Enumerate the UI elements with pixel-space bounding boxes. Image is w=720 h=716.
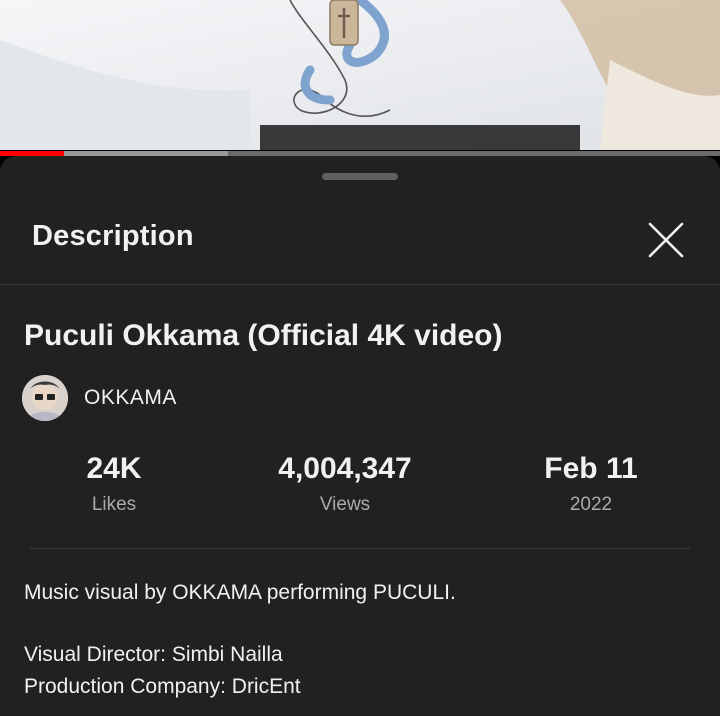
stat-likes: 24K Likes — [14, 452, 214, 516]
drag-handle[interactable] — [322, 173, 398, 180]
views-label: Views — [319, 494, 371, 515]
avatar[interactable] — [22, 375, 68, 421]
year-label: 2022 — [569, 494, 613, 515]
stats-divider — [30, 548, 690, 549]
header-divider — [0, 284, 720, 285]
likes-label: Likes — [91, 494, 137, 515]
likes-value: 24K — [86, 452, 142, 485]
video-player[interactable] — [0, 0, 720, 150]
description-sheet: Description Puculi Okkama (Official 4K v… — [0, 156, 720, 716]
description-line: Visual Director: Simbi Nailla — [24, 643, 283, 666]
avatar-image — [22, 375, 68, 421]
close-icon — [648, 222, 684, 258]
stat-views: 4,004,347 Views — [245, 452, 445, 516]
stat-date: Feb 11 2022 — [491, 452, 691, 516]
date-value: Feb 11 — [544, 452, 638, 485]
description-line: Production Company: DricEnt — [24, 675, 301, 698]
description-line: Music visual by OKKAMA performing PUCULI… — [24, 581, 456, 604]
close-button[interactable] — [644, 218, 688, 262]
channel-name: OKKAMA — [84, 386, 177, 409]
sheet-title: Description — [32, 220, 194, 252]
video-frame-image — [0, 0, 720, 150]
channel-row[interactable]: OKKAMA — [22, 374, 177, 422]
video-title: Puculi Okkama (Official 4K video) — [24, 319, 503, 352]
views-value: 4,004,347 — [278, 452, 412, 485]
